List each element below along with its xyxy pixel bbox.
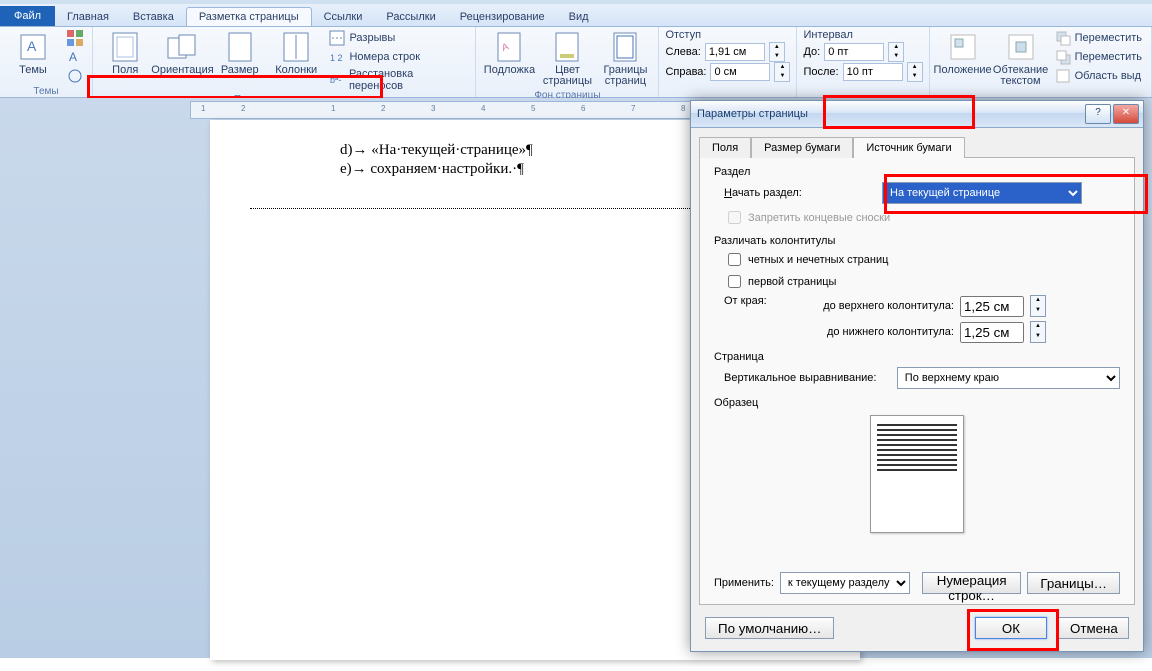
spacing-after-label: После: — [803, 66, 838, 78]
group-spacing: Интервал До: ▲▼ После: ▲▼ — [797, 27, 929, 97]
wrap-text-button[interactable]: Обтекание текстом — [994, 29, 1048, 89]
odd-even-check[interactable] — [728, 253, 741, 266]
apply-to-label: Применить: — [714, 577, 774, 589]
page-borders-button[interactable]: Границы страниц — [598, 29, 652, 89]
ribbon: A Темы A Темы Поля Ориентация Размер Кол… — [0, 27, 1152, 98]
group-themes: A Темы A Темы — [0, 27, 93, 97]
tab-references[interactable]: Ссылки — [312, 8, 375, 26]
preview-thumbnail — [870, 415, 964, 533]
indent-right-input[interactable] — [710, 63, 770, 81]
section-label: Раздел — [714, 166, 1120, 178]
apply-to-select[interactable]: к текущему разделу — [780, 572, 910, 594]
watermark-button[interactable]: AПодложка — [482, 29, 536, 78]
page-color-button[interactable]: Цвет страницы — [540, 29, 594, 89]
dialog-title: Параметры страницы — [697, 108, 808, 120]
spinner[interactable]: ▲▼ — [907, 62, 923, 82]
selection-pane: Область выд — [1052, 67, 1145, 85]
dlg-tab-paper-size[interactable]: Размер бумаги — [751, 137, 853, 158]
send-backward: Переместить — [1052, 48, 1145, 66]
dlg-tab-paper-source[interactable]: Источник бумаги — [853, 137, 964, 158]
themes-button[interactable]: A Темы — [6, 29, 60, 78]
to-footer-label: до нижнего колонтитула: — [794, 326, 954, 338]
start-section-select[interactable]: На текущей странице — [882, 182, 1082, 204]
ok-button[interactable]: ОК — [975, 617, 1047, 639]
orientation-button[interactable]: Ориентация — [155, 29, 209, 78]
spinner[interactable]: ▲▼ — [1030, 295, 1046, 317]
dialog-titlebar[interactable]: Параметры страницы ? ✕ — [691, 101, 1143, 128]
default-button[interactable]: По умолчанию… — [705, 617, 834, 639]
svg-text:bª-: bª- — [330, 75, 341, 85]
page-setup-dialog: Параметры страницы ? ✕ Поля Размер бумаг… — [690, 100, 1144, 652]
cancel-button[interactable]: Отмена — [1057, 617, 1129, 639]
spinner[interactable]: ▲▼ — [888, 42, 904, 62]
margins-button[interactable]: Поля — [99, 29, 151, 78]
group-arrange: Положение Обтекание текстом Переместить … — [930, 27, 1152, 97]
columns-button[interactable]: Колонки — [270, 29, 322, 78]
preview-label: Образец — [714, 397, 1120, 409]
size-button[interactable]: Размер — [213, 29, 265, 78]
svg-text:A: A — [27, 38, 37, 54]
spinner[interactable]: ▲▼ — [1030, 321, 1046, 343]
indent-title: Отступ — [665, 29, 701, 41]
start-section-label: ННачать раздел:ачать раздел: — [724, 187, 874, 199]
header-distance-input[interactable] — [960, 296, 1024, 317]
borders-button[interactable]: Границы… — [1027, 572, 1120, 594]
hyphenation-button[interactable]: bª-Расстановка переносов — [326, 67, 469, 93]
spacing-after-input[interactable] — [843, 63, 903, 81]
theme-colors[interactable] — [64, 29, 86, 47]
group-page-background: AПодложка Цвет страницы Границы страниц … — [476, 27, 659, 97]
breaks-button[interactable]: Разрывы — [326, 29, 469, 47]
first-page-label: первой страницы — [748, 276, 836, 288]
tab-mailings[interactable]: Рассылки — [374, 8, 447, 26]
indent-right-label: Справа: — [665, 66, 706, 78]
spinner[interactable]: ▲▼ — [774, 62, 790, 82]
tab-insert[interactable]: Вставка — [121, 8, 186, 26]
group-label-themes: Темы — [6, 85, 86, 98]
close-button[interactable]: ✕ — [1113, 104, 1139, 124]
dlg-tab-fields[interactable]: Поля — [699, 137, 751, 158]
headers-label: Различать колонтитулы — [714, 235, 1120, 247]
valign-select[interactable]: По верхнему краю — [897, 367, 1120, 389]
indent-left-input[interactable] — [705, 43, 765, 61]
tab-view[interactable]: Вид — [557, 8, 601, 26]
first-page-check[interactable] — [728, 275, 741, 288]
line-numbers-button[interactable]: 1 2Номера строк — [326, 48, 469, 66]
tab-page-layout[interactable]: Разметка страницы — [186, 7, 312, 26]
spacing-before-input[interactable] — [824, 43, 884, 61]
tab-review[interactable]: Рецензирование — [448, 8, 557, 26]
help-button[interactable]: ? — [1085, 104, 1111, 124]
spacing-before-label: До: — [803, 46, 820, 58]
theme-fonts[interactable]: A — [64, 48, 86, 66]
from-edge-label: От края: — [724, 295, 784, 307]
bring-forward: Переместить — [1052, 29, 1145, 47]
line-numbers-button[interactable]: Нумерация строк… — [922, 572, 1021, 594]
group-indent: Отступ Слева: ▲▼ Справа: ▲▼ — [659, 27, 797, 97]
svg-text:A: A — [69, 50, 77, 64]
odd-even-label: четных и нечетных страниц — [748, 254, 888, 266]
group-page-setup: Поля Ориентация Размер Колонки Разрывы 1… — [93, 27, 476, 97]
tab-file[interactable]: Файл — [0, 6, 55, 26]
suppress-endnotes-check — [728, 211, 741, 224]
valign-label: Вертикальное выравнивание: — [724, 372, 889, 384]
svg-text:1 2: 1 2 — [330, 53, 343, 63]
tab-home[interactable]: Главная — [55, 8, 121, 26]
spacing-title: Интервал — [803, 29, 852, 41]
to-header-label: до верхнего колонтитула: — [794, 300, 954, 312]
indent-left-label: Слева: — [665, 46, 700, 58]
footer-distance-input[interactable] — [960, 322, 1024, 343]
theme-effects[interactable] — [64, 67, 86, 85]
position-button[interactable]: Положение — [936, 29, 990, 78]
ribbon-tabs: Файл Главная Вставка Разметка страницы С… — [0, 4, 1152, 27]
suppress-endnotes-label: Запретить концевые сноски — [748, 212, 890, 224]
spinner[interactable]: ▲▼ — [769, 42, 785, 62]
page-label: Страница — [714, 351, 1120, 363]
